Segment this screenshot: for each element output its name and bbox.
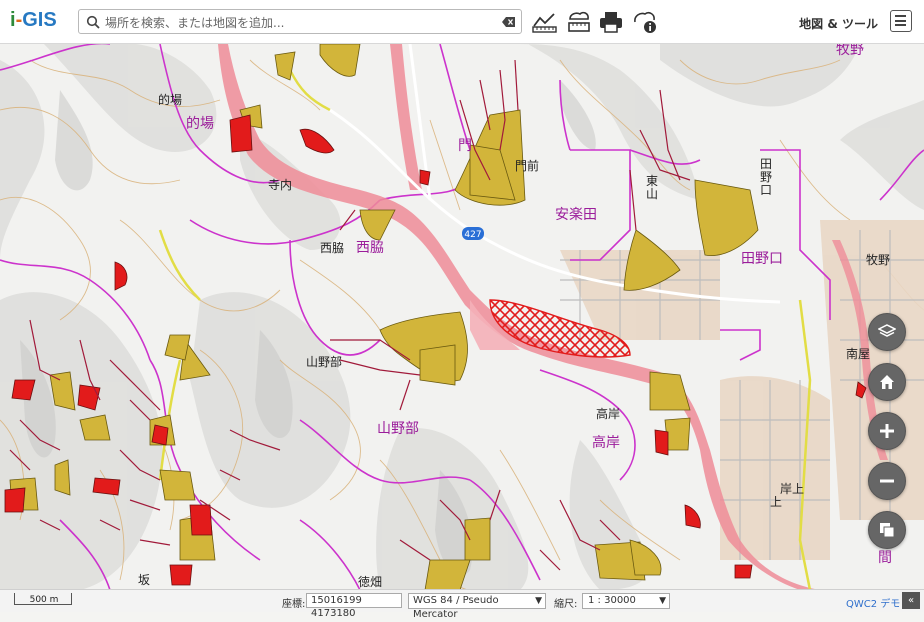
- svg-text:427: 427: [464, 230, 481, 240]
- place-label-takagishi: 高岸: [596, 406, 620, 421]
- collapse-icon[interactable]: «: [902, 592, 920, 609]
- search-input[interactable]: [103, 12, 502, 33]
- district-label-makino-top: 牧野: [836, 42, 864, 58]
- layers-button[interactable]: [868, 313, 906, 351]
- place-label-nishiwaki: 西脇: [320, 241, 344, 255]
- scale-label: 縮尺:: [554, 599, 578, 610]
- search-box: [78, 9, 522, 34]
- route-shield: 427: [462, 227, 484, 240]
- zoom-out-icon: [880, 479, 894, 483]
- coordinate-display[interactable]: 15016199 4173180: [306, 593, 402, 619]
- place-label-makino: 牧野: [866, 253, 890, 267]
- district-label-mamaya: 間: [878, 550, 892, 566]
- place-label-matoba: 的場: [158, 92, 182, 107]
- menu-label[interactable]: 地図 & ツール: [799, 15, 878, 32]
- place-label-tokuhata: 徳畑: [358, 574, 382, 589]
- app-logo[interactable]: i-GIS: [10, 9, 57, 32]
- district-label-arakuda: 安楽田: [555, 207, 597, 223]
- basemap-button[interactable]: [868, 511, 906, 549]
- coordinate-label: 座標:: [282, 599, 306, 610]
- chevron-down-icon: ▼: [659, 596, 666, 606]
- measure-icon[interactable]: [532, 10, 558, 34]
- crs-select[interactable]: WGS 84 / Pseudo Mercator ▼: [408, 593, 546, 620]
- district-label-nishiwaki: 西脇: [356, 240, 384, 256]
- place-label-minamiya: 南屋: [846, 346, 870, 361]
- place-label-tano: 田野口: [760, 157, 772, 197]
- scale-select[interactable]: 1 : 30000 ▼: [582, 593, 670, 609]
- zoom-out-button[interactable]: [868, 462, 906, 500]
- zoom-in-button[interactable]: [868, 412, 906, 450]
- place-label-kishikami: 岸上: [780, 482, 804, 496]
- scale-value: 1 : 30000: [588, 595, 636, 606]
- print-area-icon[interactable]: [566, 10, 592, 34]
- district-label-mon: 門: [458, 138, 472, 154]
- district-label-yamanobe: 山野部: [377, 421, 419, 437]
- search-icon: [86, 15, 100, 29]
- home-button[interactable]: [868, 363, 906, 401]
- district-label-matoba: 的場: [186, 116, 214, 132]
- place-label-yamanobe: 山野部: [306, 354, 342, 369]
- district-label-tanoguchi: 田野口: [741, 251, 783, 267]
- crs-value: WGS 84 / Pseudo Mercator: [413, 595, 499, 620]
- place-label-saka: 坂: [138, 573, 150, 587]
- basemap-icon: [880, 523, 895, 538]
- zoom-in-icon: [880, 424, 894, 438]
- bottom-bar: 500 m 座標: 15016199 4173180 WGS 84 / Pseu…: [0, 589, 924, 620]
- map-canvas[interactable]: 427 的場 的場 寺内 西脇 西脇 山野部 山野部 門 門前 安楽田 東山 田…: [0, 0, 924, 612]
- clear-icon[interactable]: [502, 16, 516, 28]
- attribution-link[interactable]: QWC2 デモ: [846, 595, 900, 610]
- district-label-takagishi: 高岸: [592, 434, 620, 451]
- info-icon[interactable]: [632, 10, 658, 34]
- place-label-monzen: 門前: [515, 158, 539, 173]
- place-label-higashiyama: 東山: [646, 174, 658, 201]
- layers-icon: [878, 324, 896, 337]
- hamburger-menu-button[interactable]: [890, 10, 912, 32]
- home-icon: [880, 375, 894, 389]
- scale-bar: 500 m: [14, 593, 72, 605]
- place-label-kami: 上: [770, 495, 782, 509]
- top-bar: i-GIS 地図 & ツール: [0, 0, 924, 44]
- printer-icon[interactable]: [598, 10, 624, 34]
- place-label-terauchi: 寺内: [268, 178, 292, 192]
- chevron-down-icon: ▼: [535, 596, 542, 606]
